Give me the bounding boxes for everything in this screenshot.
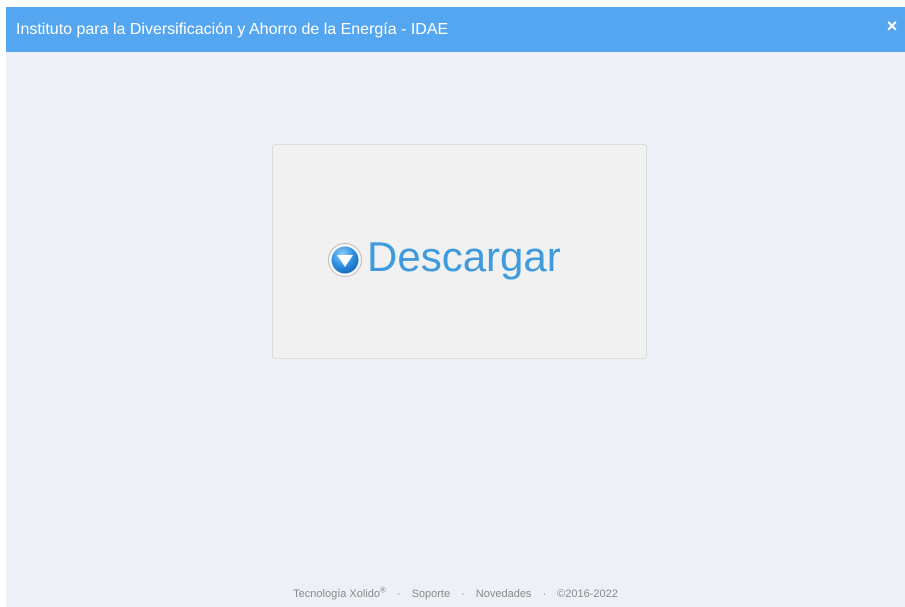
close-icon: × <box>886 16 898 36</box>
footer-news-link[interactable]: Novedades <box>476 588 532 600</box>
registered-mark: ® <box>380 585 386 595</box>
footer-support-link[interactable]: Soporte <box>412 588 451 600</box>
footer-copyright: ©2016-2022 <box>557 588 618 600</box>
footer-separator: · <box>461 588 465 600</box>
footer-separator: · <box>542 588 547 600</box>
download-arrow-circle-icon <box>328 243 362 277</box>
footer-brand: Tecnología Xolido® <box>293 585 386 600</box>
download-label: Descargar <box>367 233 561 280</box>
footer-brand-text: Tecnología Xolido <box>293 588 380 600</box>
close-button[interactable]: × <box>879 7 905 45</box>
footer: Tecnología Xolido® · Soporte · Novedades… <box>6 586 905 602</box>
window-title: Instituto para la Diversificación y Ahor… <box>16 21 449 38</box>
footer-separator: · <box>396 588 401 600</box>
app-window: Instituto para la Diversificación y Ahor… <box>6 7 905 607</box>
download-button[interactable]: Descargar <box>272 144 647 359</box>
title-bar: Instituto para la Diversificación y Ahor… <box>6 7 905 52</box>
download-content: Descargar <box>327 229 561 285</box>
